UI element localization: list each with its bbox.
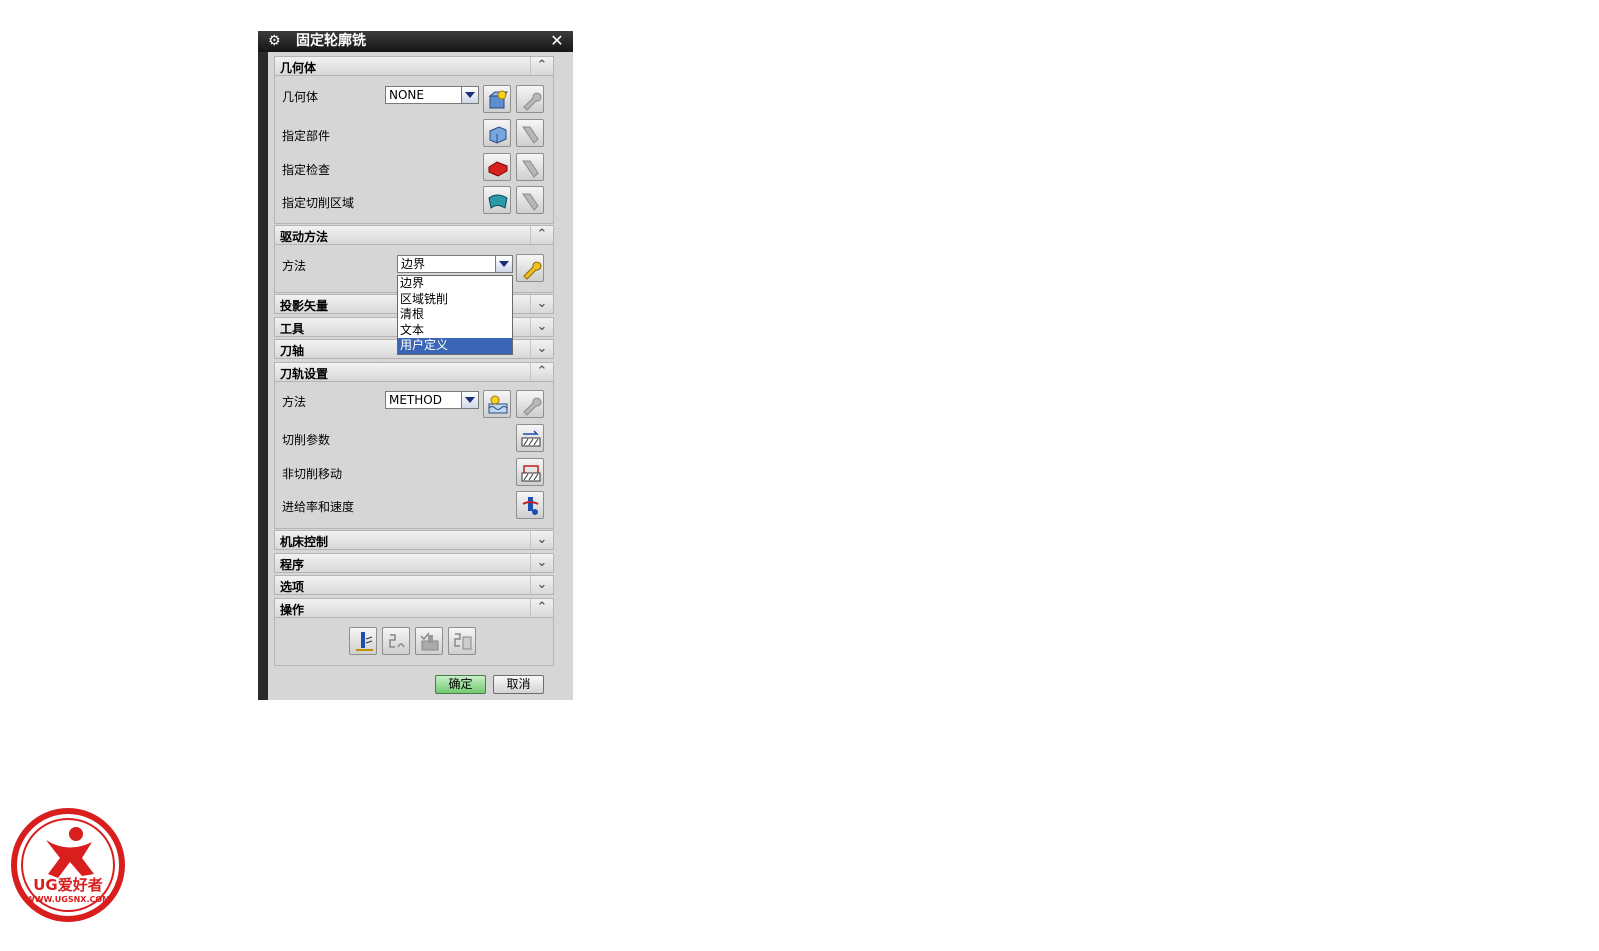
section-options-header[interactable]: 选项 ⌄ [274,575,554,595]
cut-parameters-label: 切削参数 [282,433,331,447]
section-machine-control-header[interactable]: 机床控制 ⌄ [274,530,554,550]
dropdown-option-area-milling[interactable]: 区域铣削 [398,292,512,308]
display-part-button[interactable] [516,119,544,147]
edit-method-button[interactable] [516,390,544,418]
check-geometry-icon [488,161,508,177]
new-method-button[interactable] [483,390,511,418]
close-icon[interactable]: ✕ [548,32,566,50]
cut-parameters-icon [521,430,541,447]
non-cutting-moves-icon [521,465,541,482]
chevron-down-icon[interactable]: ⌄ [530,576,553,594]
drive-method-select[interactable]: 边界 [397,255,513,273]
flashlight-icon [522,126,539,144]
geometry-label: 几何体 [282,90,319,104]
section-label: 刀轨设置 [280,367,329,381]
non-cutting-moves-label: 非切削移动 [282,467,343,481]
feeds-speeds-icon [522,497,539,515]
chevron-up-icon[interactable]: ⌃ [530,57,553,75]
edit-drive-method-button[interactable] [516,254,544,282]
verify-icon [420,632,439,651]
chevron-up-icon[interactable]: ⌃ [530,599,553,617]
section-actions-body [274,618,554,666]
feeds-speeds-button[interactable] [516,491,544,519]
flashlight-icon [522,160,539,178]
section-label: 程序 [280,558,305,572]
section-drive-method-header[interactable]: 驱动方法 ⌃ [274,225,554,245]
section-label: 选项 [280,580,305,594]
generate-icon [356,632,373,651]
geometry-select-value: NONE [389,88,424,102]
watermark-brand: UG爱好者 [33,876,103,894]
chevron-down-icon[interactable] [495,256,512,272]
cancel-button[interactable]: 取消 [493,675,544,694]
edit-geometry-button[interactable] [516,85,544,113]
specify-cut-area-button[interactable] [483,186,511,214]
section-label: 刀轴 [280,344,305,358]
verify-path-button[interactable] [415,627,443,655]
path-method-select[interactable]: METHOD [385,391,479,409]
cut-area-icon [488,194,508,209]
chevron-down-icon[interactable]: ⌄ [530,531,553,549]
replay-path-button[interactable] [382,627,410,655]
replay-icon [389,634,405,648]
section-label: 几何体 [280,61,317,75]
path-method-label: 方法 [282,395,307,409]
cut-parameters-button[interactable] [516,424,544,452]
chevron-up-icon[interactable]: ⌃ [530,363,553,381]
dialog-titlebar: ⚙ 固定轮廓铣 ✕ [258,31,573,52]
chevron-down-icon[interactable]: ⌄ [530,295,553,313]
specify-check-button[interactable] [483,153,511,181]
wrench-icon [523,397,542,416]
wrench-icon [523,92,542,111]
drive-method-dropdown-list: 边界 区域铣削 清根 文本 用户定义 [397,275,513,355]
watermark-url: WWW.UGSNX.COM [26,895,110,904]
dialog-title: 固定轮廓铣 [296,33,366,49]
non-cutting-moves-button[interactable] [516,458,544,486]
new-geometry-icon [488,90,508,109]
wrench-icon [523,261,542,280]
path-method-select-value: METHOD [389,393,442,407]
list-path-button[interactable] [448,627,476,655]
new-method-icon [488,395,508,414]
chevron-down-icon[interactable]: ⌄ [530,318,553,336]
drive-method-select-value: 边界 [401,257,426,271]
new-geometry-button[interactable] [483,85,511,113]
watermark-logo: UG爱好者 WWW.UGSNX.COM [11,808,125,922]
chevron-down-icon[interactable] [461,392,478,408]
chevron-down-icon[interactable] [461,87,478,103]
dropdown-option-user-defined[interactable]: 用户定义 [398,338,512,354]
display-check-button[interactable] [516,153,544,181]
section-geometry-header[interactable]: 几何体 ⌃ [274,56,554,76]
generate-path-button[interactable] [349,627,377,655]
specify-cut-area-label: 指定切削区域 [282,196,355,210]
section-label: 机床控制 [280,535,329,549]
dropdown-option-flowcut[interactable]: 清根 [398,307,512,323]
chevron-up-icon[interactable]: ⌃ [530,226,553,244]
chevron-down-icon[interactable]: ⌄ [530,554,553,572]
geometry-select[interactable]: NONE [385,86,479,104]
drive-method-label: 方法 [282,259,307,273]
dropdown-option-boundary[interactable]: 边界 [398,276,512,292]
specify-part-button[interactable] [483,119,511,147]
section-label: 操作 [280,603,305,617]
list-icon [454,633,472,650]
section-path-settings-header[interactable]: 刀轨设置 ⌃ [274,362,554,382]
section-program-header[interactable]: 程序 ⌄ [274,553,554,573]
gear-icon[interactable]: ⚙ [268,33,284,49]
display-cut-area-button[interactable] [516,186,544,214]
feeds-speeds-label: 进给率和速度 [282,500,355,514]
section-label: 投影矢量 [280,299,329,313]
part-icon [489,126,507,144]
section-label: 工具 [280,322,305,336]
specify-check-label: 指定检查 [282,163,331,177]
flashlight-icon [522,193,539,211]
chevron-down-icon[interactable]: ⌄ [530,340,553,358]
section-label: 驱动方法 [280,230,329,244]
ok-button[interactable]: 确定 [435,675,486,694]
section-actions-header[interactable]: 操作 ⌃ [274,598,554,618]
dropdown-option-text[interactable]: 文本 [398,323,512,339]
specify-part-label: 指定部件 [282,129,331,143]
